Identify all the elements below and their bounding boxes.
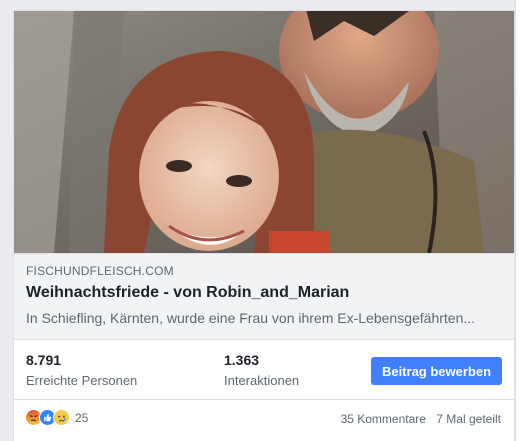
couple-photo (14, 11, 514, 253)
engagement-value: 1.363 (224, 352, 260, 368)
engagement-meta: 35 Kommentare 7 Mal geteilt (341, 412, 501, 426)
engagement-label: Interaktionen (224, 373, 300, 388)
reach-stat: 8.791 Erreichte Personen (26, 351, 137, 390)
link-description: In Schiefling, Kärnten, wurde eine Frau … (26, 310, 476, 326)
post-card: FISCHUNDFLEISCH.COM Weihnachtsfriede - v… (13, 10, 515, 441)
post-insights: 8.791 Erreichte Personen 1.363 Interakti… (14, 340, 514, 400)
post-footer: 25 35 Kommentare 7 Mal geteilt (14, 400, 514, 441)
reactions-summary[interactable]: 25 (25, 409, 88, 426)
link-domain: FISCHUNDFLEISCH.COM (26, 264, 174, 278)
adjacent-panel-edge (515, 0, 529, 441)
engagement-stat: 1.363 Interaktionen (224, 351, 299, 390)
reach-value: 8.791 (26, 352, 62, 368)
boost-post-button[interactable]: Beitrag bewerben (371, 357, 502, 385)
sad-icon (53, 409, 70, 426)
reach-label: Erreichte Personen (26, 373, 138, 388)
shares-count[interactable]: 7 Mal geteilt (436, 412, 501, 426)
comments-count[interactable]: 35 Kommentare (341, 412, 426, 426)
link-preview-image[interactable] (14, 11, 514, 253)
link-title[interactable]: Weihnachtsfriede - von Robin_and_Marian (26, 283, 502, 303)
link-preview-text[interactable]: FISCHUNDFLEISCH.COM Weihnachtsfriede - v… (14, 253, 514, 340)
page-background (0, 0, 13, 441)
reaction-count[interactable]: 25 (75, 411, 88, 425)
